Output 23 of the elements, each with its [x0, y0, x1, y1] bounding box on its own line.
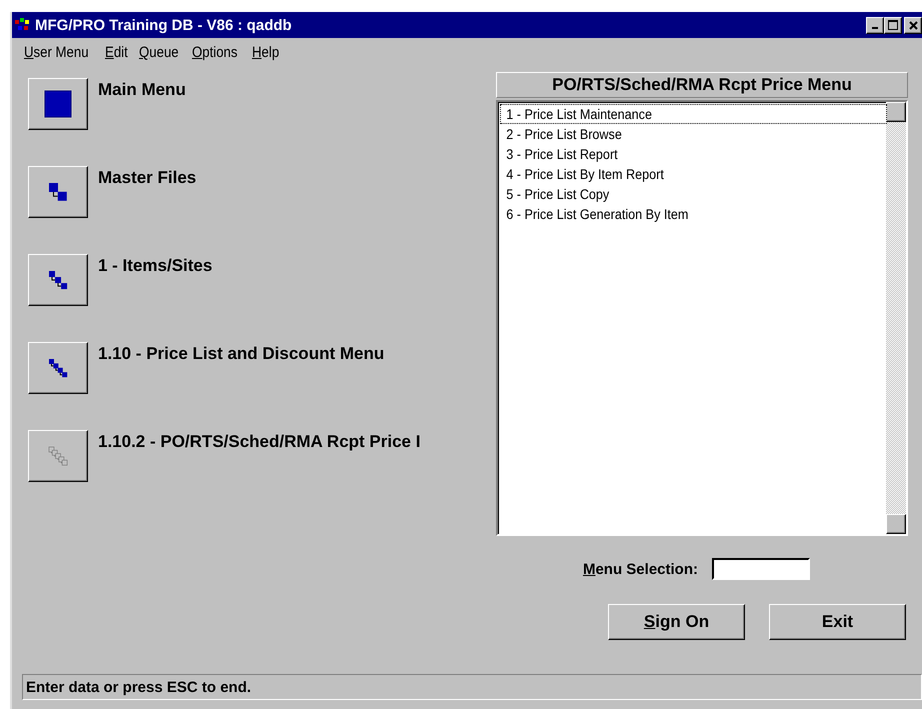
- menu-level-label: 1.10.2 - PO/RTS/Sched/RMA Rcpt Price I: [98, 432, 420, 452]
- menu-item[interactable]: Help: [252, 44, 280, 66]
- exit-button[interactable]: Exit: [769, 604, 906, 640]
- menu-level-label: Main Menu: [98, 80, 186, 100]
- menu-level-label: 1 - Items/Sites: [98, 256, 212, 276]
- menu-list-item[interactable]: 2 - Price List Browse: [500, 124, 887, 144]
- menu-level-label: 1.10 - Price List and Discount Menu: [98, 344, 384, 364]
- menu-list[interactable]: 1 - Price List Maintenance 2 - Price List Browse 3 - Price List Report 4 - Price List By Item Report 5 - Price List Copy 6 - Price List Generation By Item: [496, 100, 908, 536]
- menu-list-item[interactable]: 6 - Price List Generation By Item: [500, 204, 887, 224]
- panel-header: PO/RTS/Sched/RMA Rcpt Price Menu: [496, 72, 908, 98]
- menu-item[interactable]: User Menu: [24, 44, 89, 66]
- menu-item[interactable]: Options: [192, 44, 238, 66]
- menu-list-item[interactable]: 1 - Price List Maintenance: [500, 104, 887, 124]
- menu-selection-label: Menu Selection:: [582, 560, 698, 578]
- menu-level-label: Master Files: [98, 168, 196, 188]
- sign-on-button[interactable]: Sign On: [608, 604, 745, 640]
- status-bar: Enter data or press ESC to end.: [22, 674, 922, 700]
- menu-item[interactable]: Queue: [139, 44, 179, 66]
- menu-item[interactable]: Edit: [105, 44, 128, 66]
- menu-list-item[interactable]: 3 - Price List Report: [500, 144, 887, 164]
- window-title: MFG/PRO Training DB - V86 : qaddb: [35, 16, 293, 34]
- menu-list-item[interactable]: 4 - Price List By Item Report: [500, 164, 887, 184]
- menu-list-item[interactable]: 5 - Price List Copy: [500, 184, 887, 204]
